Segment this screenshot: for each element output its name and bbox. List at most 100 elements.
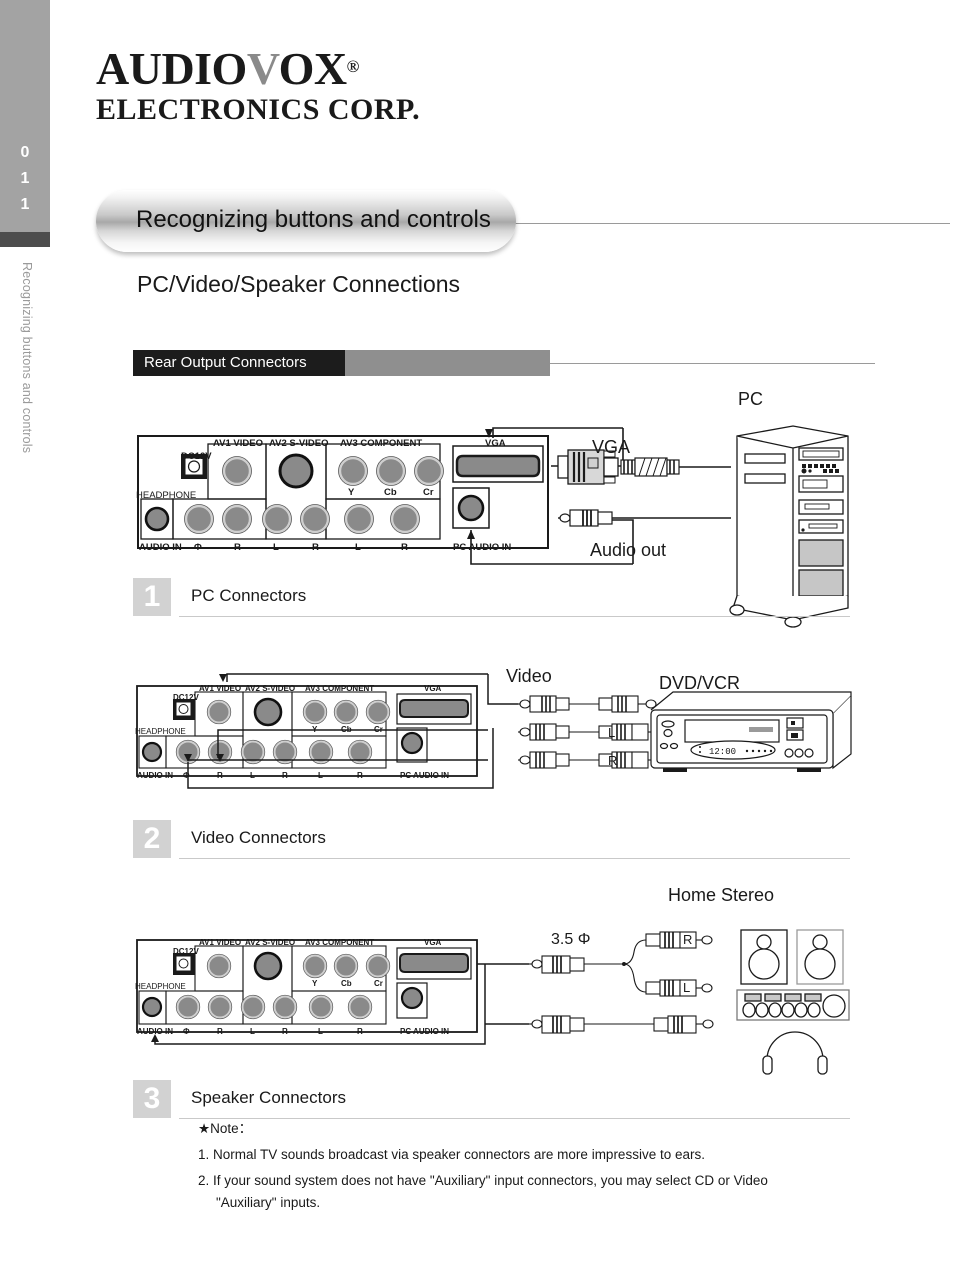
speaker-cable-l-label: L <box>683 980 691 995</box>
sidebar-vertical-title: Recognizing buttons and controls <box>0 262 50 562</box>
audio-in-label-3: AUDIO IN <box>137 1027 173 1036</box>
step-3-number: 3 <box>133 1080 171 1118</box>
av2-r-label-2: R <box>282 771 288 780</box>
step-2-rule <box>179 858 850 859</box>
headphone-phi-icon-3: Φ <box>183 1027 190 1036</box>
av3-component-label-2: AV3 COMPONENT <box>305 684 375 693</box>
av2-l-label-3: L <box>318 1027 323 1036</box>
av2-svideo-label-3: AV2 S-VIDEO <box>245 938 296 947</box>
step-2-title: Video Connectors <box>191 828 326 847</box>
page-number-digit-2: 1 <box>20 196 30 213</box>
component-cb-label: Cb <box>384 487 397 498</box>
av3-r-label-2: R <box>357 771 363 780</box>
note-item-1: 1. Normal TV sounds broadcast via speake… <box>198 1147 705 1162</box>
step-2-number: 2 <box>133 820 171 858</box>
plug-size-label: 3.5 Φ <box>551 931 591 948</box>
video-cable-l-label: L <box>608 725 616 740</box>
logo-subtitle: ELECTRONICS CORP. <box>96 93 421 126</box>
pc-audio-in-label-3: PC AUDIO IN <box>400 1027 450 1036</box>
panel-2-labels: DC12V HEADPHONE AV1 VIDEO AV2 S-VIDEO AV… <box>133 668 483 788</box>
notes-block: ★Note： 1. Normal TV sounds broadcast via… <box>198 1120 858 1220</box>
page-number-digit-1: 1 <box>20 170 30 187</box>
av2-svideo-label: AV2 S-VIDEO <box>269 438 329 449</box>
component-cb-label-2: Cb <box>341 725 352 734</box>
pc-audio-in-label: PC AUDIO IN <box>453 542 512 553</box>
component-cb-label-3: Cb <box>341 979 352 988</box>
step-2: 2 Video Connectors <box>133 820 850 860</box>
step-3-title: Speaker Connectors <box>191 1088 346 1107</box>
headphone-label-2: HEADPHONE <box>135 727 186 736</box>
av1-l-label-2: L <box>250 771 255 780</box>
vcr-clock-text: 12:00 <box>709 747 736 757</box>
step-1-number: 1 <box>133 578 171 616</box>
section-bar: Rear Output Connectors <box>133 350 345 376</box>
headphone-phi-icon-2: Φ <box>183 771 190 780</box>
dc12v-label-2: DC12V <box>173 693 199 702</box>
vga-group-label-2: VGA <box>424 684 442 693</box>
dc12v-label: DC12V <box>181 451 212 462</box>
av1-l-label: L <box>273 542 279 553</box>
sidebar-vertical-title-label: Recognizing buttons and controls <box>20 262 34 454</box>
av3-r-label-3: R <box>357 1027 363 1036</box>
av1-r-label-3: R <box>217 1027 223 1036</box>
audio-in-label: AUDIO IN <box>139 542 182 553</box>
speaker-cable-r-label: R <box>683 932 693 947</box>
component-y-label-2: Y <box>312 725 318 734</box>
vga-callout-label: VGA <box>592 437 631 457</box>
dvd-vcr-device-label: DVD/VCR <box>659 673 741 693</box>
headphone-label-3: HEADPHONE <box>135 982 186 991</box>
av2-l-label: L <box>355 542 361 553</box>
av1-video-label-2: AV1 VIDEO <box>199 684 242 693</box>
chapter-title-label: Recognizing buttons and controls <box>136 206 491 233</box>
video-cables-label: Video <box>506 666 552 686</box>
page-number-digit-0: 0 <box>20 144 30 161</box>
dc12v-label-3: DC12V <box>173 947 199 956</box>
pc-audio-in-label-2: PC AUDIO IN <box>400 771 450 780</box>
av2-r-label: R <box>312 542 319 553</box>
step-1: 1 PC Connectors <box>133 578 850 618</box>
av1-r-label: R <box>234 542 241 553</box>
headphone-label: HEADPHONE <box>136 490 197 501</box>
component-cr-label: Cr <box>423 487 434 498</box>
logo-wordmark-part2: OX <box>278 43 348 94</box>
page-title: PC/Video/Speaker Connections <box>137 271 461 297</box>
av3-component-label-3: AV3 COMPONENT <box>305 938 375 947</box>
step-1-rule <box>179 616 850 617</box>
step-1-title: PC Connectors <box>191 586 307 605</box>
audio-in-label-2: AUDIO IN <box>137 771 173 780</box>
audio-out-callout-label: Audio out <box>590 540 667 560</box>
av3-r-label: R <box>401 542 408 553</box>
component-y-label: Y <box>348 487 355 498</box>
page-number: 0 1 1 <box>0 140 50 218</box>
av1-l-label-3: L <box>250 1027 255 1036</box>
section-bar-label: Rear Output Connectors <box>144 354 307 371</box>
component-y-label-3: Y <box>312 979 318 988</box>
panel-1-labels: DC12V HEADPHONE AV1 VIDEO AV2 S-VIDEO AV… <box>133 418 553 558</box>
av2-svideo-label-2: AV2 S-VIDEO <box>245 684 296 693</box>
vga-group-label: VGA <box>485 438 506 449</box>
video-cable-r-label: R <box>608 753 618 768</box>
logo-wordmark: AUDIOVOX® <box>96 44 420 92</box>
pc-device-label: PC <box>738 389 764 409</box>
av2-r-label-3: R <box>282 1027 288 1036</box>
av1-video-label-3: AV1 VIDEO <box>199 938 242 947</box>
logo-wordmark-v: V <box>246 43 279 94</box>
audiovox-logo: AUDIOVOX® ELECTRONICS CORP. <box>96 44 420 127</box>
notes-heading: ★Note： <box>198 1121 253 1136</box>
headphone-phi-icon: Φ <box>194 542 202 553</box>
vga-group-label-3: VGA <box>424 938 442 947</box>
component-cr-label-3: Cr <box>374 979 383 988</box>
note-item-2-continued: "Auxiliary" inputs. <box>216 1195 321 1210</box>
sidebar-dark-band <box>0 232 50 247</box>
note-item-2: 2. If your sound system does not have "A… <box>198 1173 768 1188</box>
registered-trademark-icon: ® <box>346 57 360 76</box>
step-3: 3 Speaker Connectors <box>133 1080 850 1120</box>
av1-video-label: AV1 VIDEO <box>213 438 263 449</box>
section-bar-rule <box>550 363 875 364</box>
home-stereo-device-label: Home Stereo <box>668 885 775 905</box>
av1-r-label-2: R <box>217 771 223 780</box>
section-bar-gray <box>345 350 550 376</box>
av3-component-label: AV3 COMPONENT <box>340 438 423 449</box>
logo-wordmark-part1: AUDIO <box>96 43 247 94</box>
av2-l-label-2: L <box>318 771 323 780</box>
